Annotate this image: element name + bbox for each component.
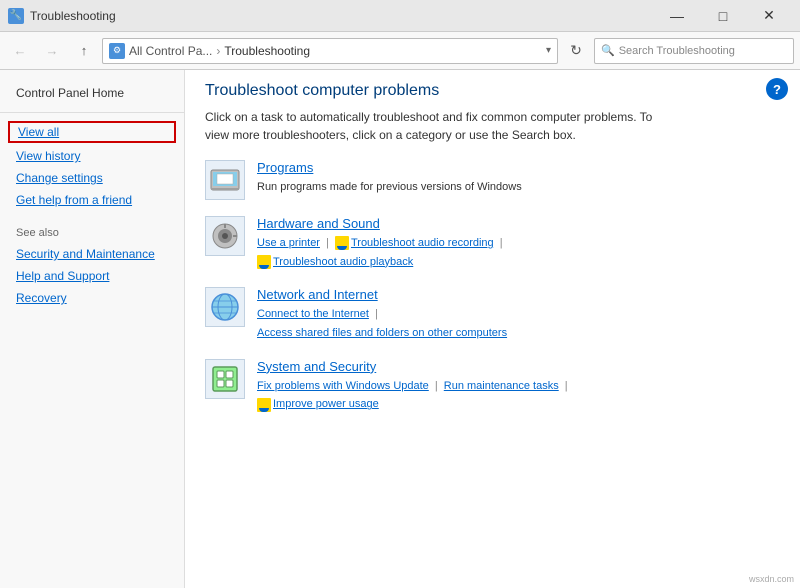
breadcrumb-bar[interactable]: ⚙ All Control Pa... › Troubleshooting ▾ [102, 38, 558, 64]
category-programs: Programs Run programs made for previous … [205, 160, 780, 200]
network-icon [205, 287, 245, 327]
up-button[interactable]: ↑ [70, 37, 98, 65]
window-title: Troubleshooting [30, 9, 116, 23]
forward-button[interactable]: → [38, 37, 66, 65]
category-network: Network and Internet Connect to the Inte… [205, 287, 780, 342]
breadcrumb-prefix: All Control Pa... [129, 44, 212, 58]
hardware-content: Hardware and Sound Use a printer | Troub… [257, 216, 780, 271]
category-hardware: Hardware and Sound Use a printer | Troub… [205, 216, 780, 271]
title-bar: 🔧 Troubleshooting — □ ✕ [0, 0, 800, 32]
sidebar-item-help[interactable]: Help and Support [0, 265, 184, 287]
audio-playback-link[interactable]: Troubleshoot audio playback [273, 256, 413, 268]
search-icon: 🔍 [601, 44, 615, 57]
page-description: Click on a task to automatically trouble… [205, 108, 665, 144]
windows-update-link[interactable]: Fix problems with Windows Update [257, 380, 429, 392]
hardware-title[interactable]: Hardware and Sound [257, 216, 780, 231]
address-bar: ← → ↑ ⚙ All Control Pa... › Troubleshoot… [0, 32, 800, 70]
close-button[interactable]: ✕ [746, 0, 792, 32]
sidebar-item-gethelp[interactable]: Get help from a friend [0, 189, 184, 211]
refresh-button[interactable]: ↻ [562, 37, 590, 65]
audio-recording-link[interactable]: Troubleshoot audio recording [351, 237, 494, 249]
maximize-button[interactable]: □ [700, 0, 746, 32]
breadcrumb-icon: ⚙ [109, 43, 125, 59]
sidebar-item-recovery[interactable]: Recovery [0, 287, 184, 309]
printer-link[interactable]: Use a printer [257, 237, 320, 249]
search-box[interactable]: 🔍 Search Troubleshooting [594, 38, 794, 64]
programs-content: Programs Run programs made for previous … [257, 160, 780, 197]
breadcrumb-current: Troubleshooting [224, 44, 310, 58]
sidebar-item-viewall[interactable]: View all [8, 121, 176, 143]
programs-icon [205, 160, 245, 200]
main-window: Control Panel Home View all View history… [0, 70, 800, 588]
breadcrumb-separator: › [216, 44, 220, 58]
sidebar-divider-1 [0, 112, 184, 113]
category-system: System and Security Fix problems with Wi… [205, 359, 780, 414]
shield-icon-1 [335, 236, 349, 250]
system-title[interactable]: System and Security [257, 359, 780, 374]
network-links: Connect to the Internet | Access shared … [257, 305, 780, 342]
sidebar-item-changesettings[interactable]: Change settings [0, 167, 184, 189]
help-button[interactable]: ? [766, 78, 788, 100]
minimize-button[interactable]: — [654, 0, 700, 32]
system-icon [205, 359, 245, 399]
window-controls: — □ ✕ [654, 0, 792, 32]
page-title: Troubleshoot computer problems [205, 82, 780, 100]
programs-description: Run programs made for previous versions … [257, 178, 780, 197]
sidebar-item-home[interactable]: Control Panel Home [0, 82, 184, 104]
breadcrumb-dropdown-icon: ▾ [546, 45, 551, 56]
title-bar-left: 🔧 Troubleshooting [8, 8, 116, 24]
programs-title[interactable]: Programs [257, 160, 780, 175]
network-title[interactable]: Network and Internet [257, 287, 780, 302]
search-input[interactable]: Search Troubleshooting [619, 45, 787, 57]
shield-icon-3 [257, 398, 271, 412]
network-content: Network and Internet Connect to the Inte… [257, 287, 780, 342]
shield-icon-2 [257, 255, 271, 269]
app-icon: 🔧 [8, 8, 24, 24]
system-links: Fix problems with Windows Update | Run m… [257, 377, 780, 414]
system-content: System and Security Fix problems with Wi… [257, 359, 780, 414]
shared-files-link[interactable]: Access shared files and folders on other… [257, 327, 507, 339]
hardware-links: Use a printer | Troubleshoot audio recor… [257, 234, 780, 271]
sidebar-item-security[interactable]: Security and Maintenance [0, 243, 184, 265]
sidebar-item-viewhistory[interactable]: View history [0, 145, 184, 167]
content-area: ? Troubleshoot computer problems Click o… [185, 70, 800, 588]
power-usage-link[interactable]: Improve power usage [273, 398, 379, 410]
connect-link[interactable]: Connect to the Internet [257, 308, 369, 320]
maintenance-link[interactable]: Run maintenance tasks [444, 380, 559, 392]
sidebar-section-seealso: See also [0, 211, 184, 243]
sidebar: Control Panel Home View all View history… [0, 70, 185, 588]
back-button[interactable]: ← [6, 37, 34, 65]
hardware-icon [205, 216, 245, 256]
watermark: wsxdn.com [749, 574, 794, 584]
